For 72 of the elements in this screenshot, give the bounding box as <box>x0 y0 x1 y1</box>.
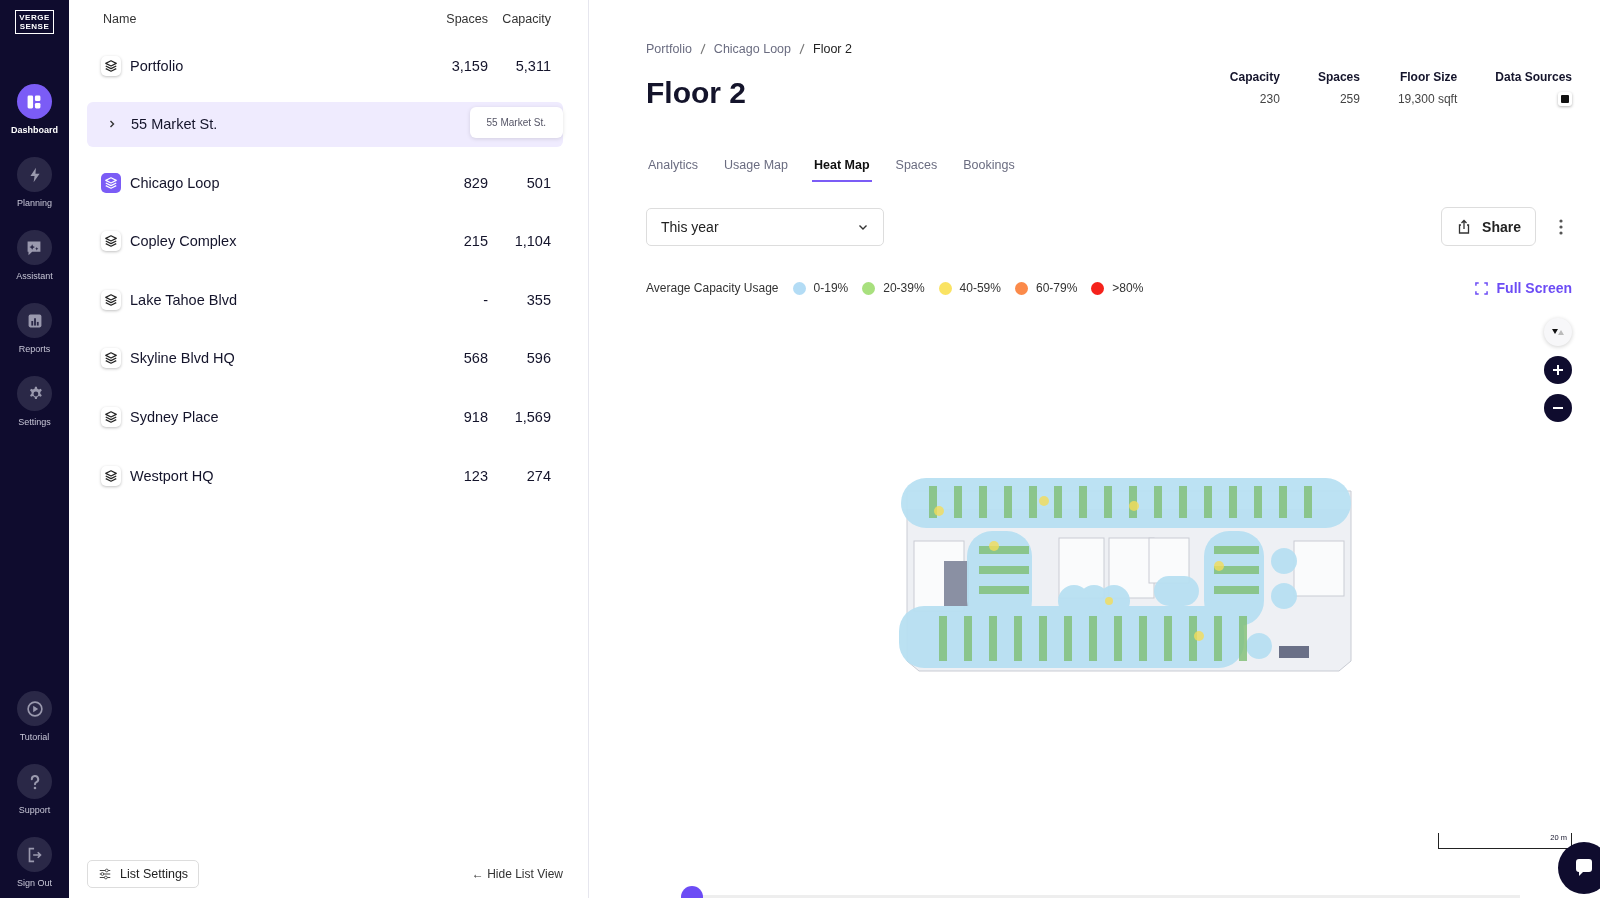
stat-label: Floor Size <box>1399 70 1458 84</box>
spaces-count: - <box>482 291 488 308</box>
location-name: Skyline Blvd HQ <box>130 350 235 367</box>
location-row[interactable]: Lake Tahoe Blvd - 355 <box>87 277 563 323</box>
slash-separator-icon <box>699 43 706 55</box>
tab[interactable]: Heat Map <box>811 158 872 182</box>
spaces-count: 568 <box>462 350 488 367</box>
location-row[interactable]: Skyline Blvd HQ 568 596 <box>87 335 563 381</box>
column-header: Capacity <box>501 12 551 26</box>
capacity-count: 274 <box>525 467 551 484</box>
location-row[interactable]: Chicago Loop 829 501 <box>87 160 563 206</box>
zoom-in-icon[interactable] <box>1544 356 1572 384</box>
chat-bubble-icon[interactable] <box>1558 842 1600 894</box>
tab[interactable]: Bookings <box>961 158 1017 182</box>
share-button[interactable]: Share <box>1441 207 1536 246</box>
spaces-count: 829 <box>462 174 488 191</box>
expand-icon <box>1474 281 1488 295</box>
page-title: Floor 2 <box>646 76 747 110</box>
location-name: Chicago Loop <box>130 174 220 191</box>
stat-label: Data Sources <box>1495 70 1572 84</box>
period-dropdown[interactable]: This year <box>646 207 884 246</box>
capacity-count: 501 <box>525 174 551 191</box>
location-name: Portfolio <box>130 57 184 74</box>
breadcrumb-link[interactable]: Portfolio <box>646 42 692 56</box>
location-name: Lake Tahoe Blvd <box>130 291 237 308</box>
capacity-count: 1,104 <box>513 233 551 250</box>
stat-label: Spaces <box>1317 70 1360 84</box>
sensor-icon[interactable] <box>1558 92 1572 106</box>
capacity-count: 5,311 <box>514 57 551 74</box>
compass-icon[interactable] <box>1544 318 1572 346</box>
spaces-count: 3,159 <box>450 57 488 74</box>
location-row[interactable]: Westport HQ 123 274 <box>87 453 563 499</box>
location-name: 55 Market St. <box>131 116 218 133</box>
tab[interactable]: Usage Map <box>722 158 790 182</box>
tab[interactable]: Spaces <box>893 158 940 182</box>
hide-list-view-link[interactable]: ← Hide List View <box>471 867 563 881</box>
location-name: Westport HQ <box>130 467 214 484</box>
stat-value: 19,300 sqft <box>1397 92 1458 106</box>
stat-value: 259 <box>1339 92 1360 106</box>
chevron-right-icon[interactable] <box>107 119 117 130</box>
breadcrumb-link[interactable]: Chicago Loop <box>713 42 791 56</box>
location-name: Copley Complex <box>130 233 237 250</box>
legend-label: 20-39% <box>883 281 925 295</box>
spaces-count: 215 <box>462 233 488 250</box>
legend-label: >80% <box>1112 281 1144 295</box>
sliders-icon <box>98 867 112 881</box>
breadcrumb-link[interactable]: Floor 2 <box>813 42 852 56</box>
legend-title: Average Capacity Usage <box>646 281 779 295</box>
location-row[interactable]: Portfolio 3,159 5,311 <box>87 43 563 88</box>
location-name: Sydney Place <box>130 409 219 426</box>
tooltip: 55 Market St. <box>469 106 563 138</box>
slash-separator-icon <box>799 43 805 55</box>
full-screen-button[interactable]: Full Screen <box>1474 280 1572 296</box>
stat-value: 230 <box>1259 92 1280 106</box>
location-row[interactable]: 55 Market St. 55 Market St. <box>87 101 563 147</box>
spaces-count: 123 <box>462 467 488 484</box>
spaces-count: 918 <box>462 409 488 426</box>
location-row[interactable]: Copley Complex 215 1,104 <box>87 218 563 264</box>
legend-label: 0-19% <box>813 281 849 295</box>
location-row[interactable]: Sydney Place 918 1,569 <box>87 394 563 440</box>
legend-label: 60-79% <box>1035 281 1078 295</box>
column-header: Spaces <box>445 12 488 26</box>
column-header: Name <box>103 12 138 26</box>
stat-label: Capacity <box>1229 70 1280 84</box>
logo[interactable]: VERGE SENSE <box>15 10 54 34</box>
zoom-out-icon[interactable] <box>1544 394 1572 422</box>
tab[interactable]: Analytics <box>646 158 701 182</box>
capacity-count: 1,569 <box>513 409 551 426</box>
capacity-count: 355 <box>525 291 551 308</box>
list-settings-button[interactable]: List Settings <box>87 860 200 888</box>
capacity-count: 596 <box>525 350 551 367</box>
legend-label: 40-59% <box>959 281 1001 295</box>
